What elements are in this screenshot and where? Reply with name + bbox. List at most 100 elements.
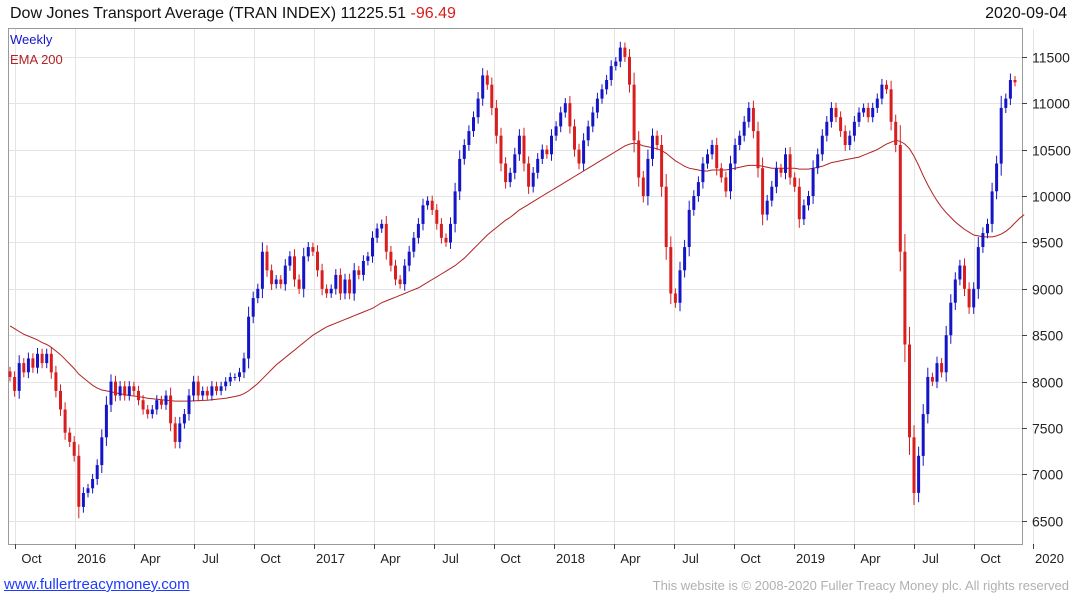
- candle-body: [871, 107, 875, 118]
- candle-body: [898, 145, 902, 252]
- candle: [729, 155, 732, 200]
- candle: [104, 396, 108, 446]
- candle-body: [733, 145, 737, 164]
- candle-body: [45, 353, 49, 364]
- candle: [701, 157, 705, 189]
- candle: [476, 92, 480, 124]
- candle: [421, 198, 425, 231]
- y-tick-label: 6500: [1032, 514, 1063, 530]
- candle-body: [297, 279, 301, 289]
- candle-body: [917, 455, 921, 493]
- candle: [338, 268, 342, 300]
- copyright-notice: This website is © 2008-2020 Fuller Treac…: [652, 578, 1069, 593]
- x-tick-label: Oct: [260, 551, 281, 566]
- candle-body: [72, 441, 76, 456]
- candle: [930, 372, 934, 386]
- candle-body: [357, 270, 361, 275]
- candle-body: [949, 302, 953, 336]
- x-tick-label: Oct: [740, 551, 761, 566]
- candle: [270, 264, 274, 290]
- candle: [178, 416, 182, 449]
- candle-body: [756, 131, 760, 169]
- x-tick-label: Apr: [620, 551, 641, 566]
- candle-body: [706, 154, 709, 164]
- candle: [508, 167, 512, 188]
- candle-body: [77, 455, 81, 507]
- candle-body: [462, 145, 466, 159]
- candle: [559, 106, 563, 133]
- candle-body: [233, 377, 237, 378]
- candle-body: [1004, 98, 1008, 108]
- x-tick-label: Jul: [682, 551, 699, 566]
- candle-body: [889, 89, 893, 122]
- candle: [953, 272, 957, 310]
- candle-body: [389, 251, 393, 266]
- candle: [430, 195, 434, 215]
- candle-body: [182, 414, 186, 424]
- candle: [577, 143, 581, 170]
- candle-body: [536, 158, 540, 173]
- candle: [687, 200, 691, 257]
- candle: [550, 129, 553, 161]
- candle-body: [609, 66, 613, 80]
- candle-body: [494, 107, 498, 136]
- x-tick-label: 2020: [1035, 551, 1064, 566]
- x-tick-label: 2017: [316, 551, 345, 566]
- candle: [210, 381, 214, 401]
- candle-body: [439, 223, 443, 238]
- site-link[interactable]: www.fullertreacymoney.com: [4, 576, 190, 593]
- candle: [770, 180, 774, 207]
- candle-body: [742, 121, 746, 136]
- candle-body: [361, 261, 365, 275]
- candle-body: [238, 372, 241, 377]
- candle-body: [22, 363, 26, 373]
- candle-body: [403, 265, 407, 285]
- candle: [504, 157, 508, 189]
- candle: [632, 72, 636, 153]
- candle: [834, 102, 838, 123]
- candle-body: [678, 270, 682, 303]
- candle-body: [279, 279, 283, 285]
- x-tick-label: 2019: [796, 551, 825, 566]
- candle-body: [114, 381, 117, 396]
- candle: [114, 375, 117, 402]
- candle: [481, 68, 485, 106]
- candle-body: [449, 223, 452, 243]
- candle: [719, 163, 723, 183]
- candle-body: [967, 288, 971, 308]
- candle-body: [242, 358, 246, 373]
- candle: [600, 84, 604, 104]
- candle: [573, 119, 576, 157]
- candle-body: [86, 488, 90, 493]
- candle: [40, 348, 44, 369]
- candle: [159, 395, 163, 410]
- candle: [912, 425, 916, 505]
- candle: [398, 275, 402, 289]
- candle-body: [880, 84, 884, 99]
- candle-body: [660, 145, 664, 187]
- candle-body: [618, 47, 622, 62]
- candle: [816, 148, 820, 174]
- candle-body: [568, 103, 572, 127]
- candle-body: [485, 75, 489, 85]
- candle-body: [274, 279, 278, 285]
- candle-body: [651, 135, 654, 159]
- candle-body: [540, 149, 544, 159]
- candle-body: [963, 265, 966, 289]
- candle-body: [788, 154, 792, 178]
- candle: [605, 74, 609, 95]
- candle-body: [577, 149, 581, 164]
- candle-body: [228, 377, 232, 382]
- candle-body: [729, 163, 732, 192]
- candle-body: [825, 121, 829, 136]
- candle-body: [472, 117, 475, 132]
- candle-body: [687, 209, 691, 247]
- candle: [31, 353, 35, 373]
- candle-body: [329, 288, 333, 294]
- candle: [118, 381, 122, 401]
- candle: [811, 160, 815, 204]
- candle-body: [719, 168, 723, 178]
- candle-body: [990, 191, 994, 224]
- candle-body: [605, 80, 609, 90]
- candle: [205, 386, 209, 400]
